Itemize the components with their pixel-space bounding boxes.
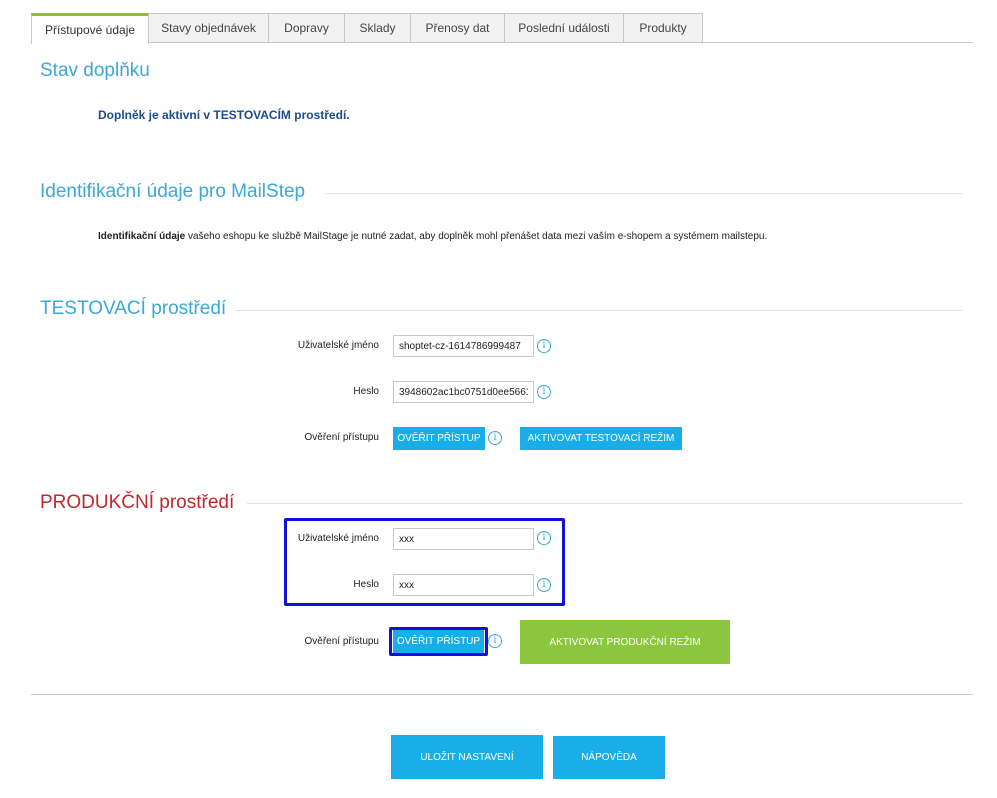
prod-username-label: Uživatelské jméno bbox=[297, 533, 379, 544]
tab-prenosy-dat[interactable]: Přenosy dat bbox=[410, 13, 505, 42]
status-message: Doplněk je aktivní v TESTOVACÍM prostřed… bbox=[98, 108, 350, 122]
info-icon[interactable]: i bbox=[488, 431, 502, 445]
help-button[interactable]: NÁPOVĚDA bbox=[553, 736, 665, 779]
identification-description-text: vašeho eshopu ke službě MailStage je nut… bbox=[185, 231, 768, 242]
section-heading-status: Stav doplňku bbox=[40, 60, 150, 81]
info-icon[interactable]: i bbox=[537, 385, 551, 399]
prod-password-input[interactable] bbox=[393, 574, 534, 596]
identification-description-bold: Identifikační údaje bbox=[98, 231, 186, 242]
save-settings-button[interactable]: ULOŽIT NASTAVENÍ bbox=[391, 735, 543, 779]
section-divider bbox=[247, 503, 963, 504]
info-icon[interactable]: i bbox=[537, 531, 551, 545]
tab-pristupove-udaje[interactable]: Přístupové údaje bbox=[31, 13, 149, 44]
prod-verify-button[interactable]: OVĚŘIT PŘÍSTUP bbox=[393, 630, 484, 653]
section-heading-identification: Identifikační údaje pro MailStep bbox=[40, 181, 306, 202]
test-password-input[interactable] bbox=[393, 381, 534, 403]
section-heading-test: TESTOVACÍ prostředí bbox=[40, 298, 227, 319]
tab-dopravy[interactable]: Dopravy bbox=[268, 13, 345, 42]
tab-sklady[interactable]: Sklady bbox=[344, 13, 411, 42]
test-username-input[interactable] bbox=[393, 335, 534, 357]
info-icon[interactable]: i bbox=[537, 339, 551, 353]
test-password-label: Heslo bbox=[353, 386, 379, 397]
prod-username-input[interactable] bbox=[393, 528, 534, 550]
test-username-label: Uživatelské jméno bbox=[297, 340, 379, 351]
prod-password-label: Heslo bbox=[353, 579, 379, 590]
tab-posledni-udalosti[interactable]: Poslední události bbox=[504, 13, 624, 42]
tab-stavy-objednavek[interactable]: Stavy objednávek bbox=[148, 13, 269, 42]
section-divider bbox=[235, 310, 963, 311]
section-divider bbox=[326, 193, 963, 194]
test-verify-button[interactable]: OVĚŘIT PŘÍSTUP bbox=[393, 427, 485, 450]
footer-divider bbox=[31, 694, 973, 695]
activate-production-mode-button[interactable]: AKTIVOVAT PRODUKČNÍ REŽIM bbox=[520, 620, 730, 664]
prod-verify-label: Ověření přístupu bbox=[304, 636, 379, 647]
info-icon[interactable]: i bbox=[537, 578, 551, 592]
test-verify-label: Ověření přístupu bbox=[304, 432, 379, 443]
identification-description: Identifikační údaje vašeho eshopu ke slu… bbox=[98, 231, 767, 242]
info-icon[interactable]: i bbox=[488, 634, 502, 648]
activate-test-mode-button[interactable]: AKTIVOVAT TESTOVACÍ REŽIM bbox=[520, 427, 682, 450]
tab-produkty[interactable]: Produkty bbox=[623, 13, 703, 42]
section-heading-production: PRODUKČNÍ prostředí bbox=[40, 492, 235, 513]
tab-bar-border bbox=[31, 42, 973, 43]
